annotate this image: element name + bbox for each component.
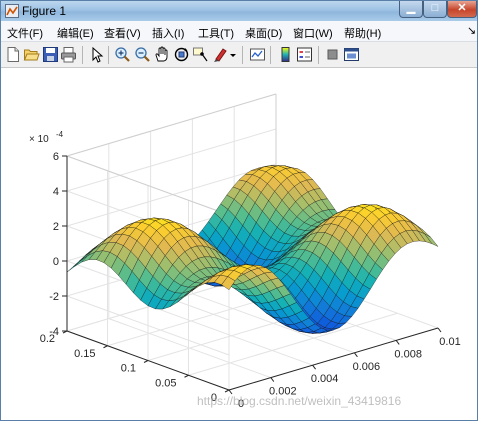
- close-button[interactable]: ✕: [447, 1, 477, 18]
- menu-view[interactable]: 查看(V): [104, 25, 141, 41]
- x-tick: [270, 377, 275, 382]
- zoom-in-icon[interactable]: [114, 46, 131, 63]
- title-bar[interactable]: Figure 1 ▁ □ ✕: [1, 1, 477, 21]
- y-tick: [103, 345, 108, 349]
- menu-file[interactable]: 文件(F): [7, 25, 43, 41]
- z-tick-label: 0: [53, 256, 59, 268]
- pointer-icon[interactable]: [88, 46, 105, 63]
- colorbar-icon[interactable]: [277, 46, 294, 63]
- x-tick-label: 0.008: [394, 348, 422, 360]
- legend-icon[interactable]: [296, 46, 313, 63]
- x-tick-label: 0.006: [353, 361, 381, 373]
- data-cursor-icon[interactable]: [192, 46, 209, 63]
- toolbar-separator: [318, 46, 319, 64]
- toolbar-separator: [242, 46, 243, 64]
- rotate-3d-icon[interactable]: [173, 46, 190, 63]
- surface-mesh: [66, 165, 439, 334]
- menu-tools[interactable]: 工具(T): [198, 25, 234, 41]
- save-icon[interactable]: [42, 46, 59, 63]
- z-exponent-label: × 10: [29, 134, 49, 145]
- toolbar-separator: [270, 46, 271, 64]
- open-file-icon[interactable]: [23, 46, 40, 63]
- y-tick-label: 0.1: [121, 363, 136, 375]
- watermark-text: https://blog.csdn.net/weixin_43419816: [197, 394, 402, 408]
- menu-edit[interactable]: 编辑(E): [57, 25, 94, 41]
- new-figure-icon[interactable]: [5, 46, 22, 63]
- link-plot-icon[interactable]: [249, 46, 266, 63]
- menu-insert[interactable]: 插入(I): [152, 25, 184, 41]
- menu-bar: 文件(F) 编辑(E) 查看(V) 插入(I) 工具(T) 桌面(D) 窗口(W…: [1, 21, 477, 42]
- figure-canvas[interactable]: 0 0.002 0.004 0.006 0.008 0.01 0 0.05 0.1 0.15 0.2…: [1, 68, 477, 420]
- brush-dropdown-icon[interactable]: [229, 46, 237, 63]
- y-tick: [224, 389, 230, 393]
- box-edge: [66, 93, 277, 157]
- x-tick: [437, 327, 442, 333]
- x-tick: [312, 364, 317, 370]
- brush-icon[interactable]: [212, 46, 229, 63]
- maximize-button[interactable]: □: [423, 1, 447, 18]
- print-icon[interactable]: [60, 46, 77, 63]
- toolbar-separator: [82, 46, 83, 64]
- window-title: Figure 1: [22, 4, 67, 18]
- z-tick-label: 2: [53, 221, 59, 233]
- menu-help[interactable]: 帮助(H): [344, 25, 381, 41]
- z-tick-label: -2: [49, 291, 59, 303]
- dock-arrow-icon[interactable]: ↘: [467, 24, 476, 37]
- matlab-figure-icon: [5, 4, 19, 18]
- figure-toolbar: [1, 42, 477, 68]
- menu-desktop[interactable]: 桌面(D): [245, 25, 282, 41]
- toolbar-separator: [108, 46, 109, 64]
- x-tick-label: 0.004: [311, 373, 339, 385]
- x-tick: [395, 340, 400, 345]
- zoom-out-icon[interactable]: [134, 46, 151, 63]
- show-plot-tools-icon[interactable]: [343, 46, 360, 63]
- z-tick-label: 4: [53, 186, 59, 198]
- menu-window[interactable]: 窗口(W): [293, 25, 333, 41]
- z-tick-label: 6: [53, 151, 59, 163]
- x-tick-label: 0.01: [439, 336, 460, 348]
- surface-plot[interactable]: 00.0020.0040.0060.0080.0100.050.10.150.2…: [1, 68, 477, 420]
- hide-plot-tools-icon[interactable]: [324, 46, 341, 63]
- figure-window: Figure 1 ▁ □ ✕ 文件(F) 编辑(E) 查看(V) 插入(I) 工…: [0, 0, 478, 421]
- y-tick-label: 0.05: [155, 377, 176, 389]
- pan-hand-icon[interactable]: [153, 46, 170, 63]
- y-tick-label: 0.15: [74, 348, 95, 360]
- z-tick-label: -4: [49, 326, 59, 338]
- z-exponent-power: -4: [56, 130, 64, 139]
- y-tick: [184, 374, 189, 378]
- minimize-button[interactable]: ▁: [399, 1, 423, 18]
- x-tick: [353, 352, 358, 358]
- y-tick: [143, 360, 149, 363]
